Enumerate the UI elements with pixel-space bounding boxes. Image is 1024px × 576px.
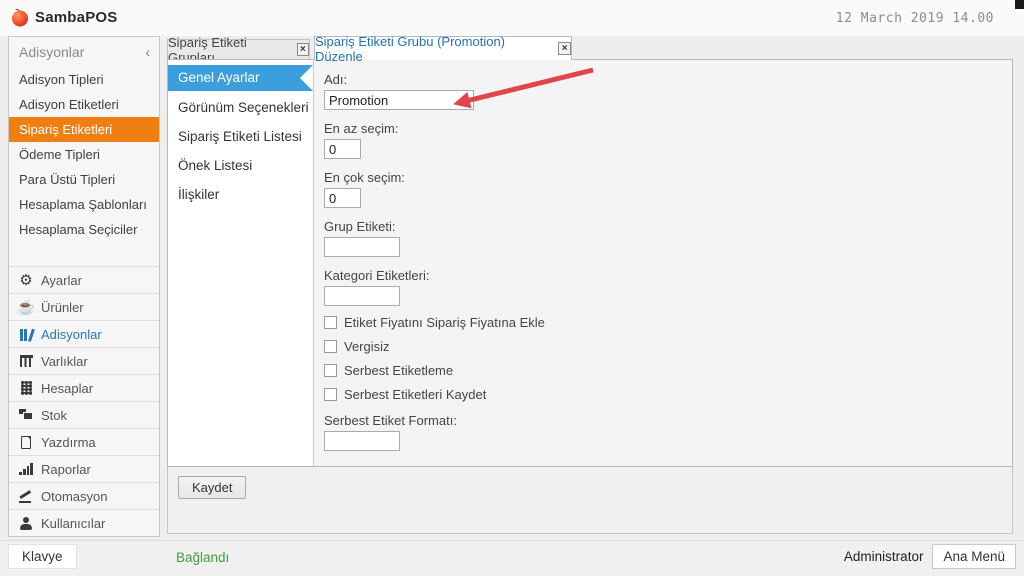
bank-icon bbox=[17, 355, 35, 367]
sidebar-module-urunler[interactable]: ☕ Ürünler bbox=[9, 293, 159, 320]
save-strip: Kaydet bbox=[167, 467, 1013, 534]
free-tag-format-input[interactable] bbox=[324, 431, 400, 451]
free-tagging-checkbox[interactable] bbox=[324, 364, 337, 377]
min-selection-label: En az seçim: bbox=[324, 121, 399, 136]
max-selection-input[interactable] bbox=[324, 188, 361, 208]
sidebar-module-raporlar[interactable]: Raporlar bbox=[9, 455, 159, 482]
tomato-logo-icon bbox=[12, 8, 28, 27]
checkbox-label: Etiket Fiyatını Sipariş Fiyatına Ekle bbox=[344, 315, 545, 330]
name-label: Adı: bbox=[324, 72, 348, 87]
editor-nav: Genel Ayarlar Görünüm Seçenekleri Sipari… bbox=[168, 60, 314, 466]
group-tag-input[interactable] bbox=[324, 237, 400, 257]
module-label: Raporlar bbox=[41, 461, 91, 477]
checkbox-label: Serbest Etiketleme bbox=[344, 363, 454, 378]
module-label: Hesaplar bbox=[41, 380, 94, 396]
nav-item-gorunum-secenekleri[interactable]: Görünüm Seçenekleri bbox=[168, 95, 313, 120]
sidebar-module-varliklar[interactable]: Varlıklar bbox=[9, 347, 159, 374]
nav-item-label: Genel Ayarlar bbox=[178, 70, 260, 85]
pencil-icon bbox=[17, 489, 35, 503]
checkbox-row-save-free-tags: Serbest Etiketleri Kaydet bbox=[324, 387, 1012, 402]
status-right-group: Administrator Ana Menü bbox=[844, 544, 1016, 569]
module-label: Ürünler bbox=[41, 299, 84, 315]
window-corner-artifact bbox=[1015, 0, 1024, 9]
tab-siparis-etiketi-gruplari[interactable]: Sipariş Etiketi Grupları × bbox=[167, 35, 310, 65]
app-window: SambaPOS 12 March 2019 14.00 Adisyonlar … bbox=[0, 0, 1024, 576]
checkbox-row-add-tag-price: Etiket Fiyatını Sipariş Fiyatına Ekle bbox=[324, 315, 1012, 330]
sidebar-module-stok[interactable]: Stok bbox=[9, 401, 159, 428]
user-icon bbox=[17, 516, 35, 530]
settings-form: Adı: En az seçim: En çok seçim: Grup Eti… bbox=[315, 60, 1012, 466]
nav-item-iliskiler[interactable]: İlişkiler bbox=[168, 182, 313, 207]
tab-siparis-etiketi-grubu-duzenle[interactable]: Sipariş Etiketi Grubu (Promotion) Düzenl… bbox=[314, 34, 572, 64]
group-tag-label: Grup Etiketi: bbox=[324, 219, 396, 234]
coffee-icon: ☕ bbox=[16, 298, 36, 316]
sidebar-header-title: Adisyonlar bbox=[19, 44, 85, 60]
add-tag-price-checkbox[interactable] bbox=[324, 316, 337, 329]
sidebar-module-ayarlar[interactable]: ⚙ Ayarlar bbox=[9, 266, 159, 293]
module-label: Yazdırma bbox=[41, 434, 96, 450]
app-logo: SambaPOS bbox=[10, 7, 117, 27]
sidebar-item-para-ustu-tipleri[interactable]: Para Üstü Tipleri bbox=[9, 167, 159, 192]
tab-label: Sipariş Etiketi Grubu (Promotion) Düzenl… bbox=[315, 33, 506, 64]
sidebar-item-adisyon-tipleri[interactable]: Adisyon Tipleri bbox=[9, 67, 159, 92]
tab-content-panel: Genel Ayarlar Görünüm Seçenekleri Sipari… bbox=[167, 59, 1013, 467]
checkbox-row-free-tagging: Serbest Etiketleme bbox=[324, 363, 1012, 378]
stock-icon bbox=[17, 409, 35, 421]
name-input[interactable] bbox=[324, 90, 474, 110]
keyboard-button[interactable]: Klavye bbox=[8, 544, 77, 569]
category-tags-input[interactable] bbox=[324, 286, 400, 306]
module-label: Adisyonlar bbox=[41, 326, 102, 342]
logged-in-user: Administrator bbox=[843, 549, 924, 564]
gear-icon: ⚙ bbox=[19, 271, 33, 289]
checkbox-label: Vergisiz bbox=[344, 339, 390, 354]
app-title: SambaPOS bbox=[35, 8, 118, 26]
bar-chart-icon bbox=[17, 463, 35, 475]
main-menu-button[interactable]: Ana Menü bbox=[932, 544, 1016, 569]
sidebar-item-odeme-tipleri[interactable]: Ödeme Tipleri bbox=[9, 142, 159, 167]
sidebar-item-adisyon-etiketleri[interactable]: Adisyon Etiketleri bbox=[9, 92, 159, 117]
module-label: Otomasyon bbox=[41, 488, 108, 504]
sidebar-module-hesaplar[interactable]: Hesaplar bbox=[9, 374, 159, 401]
sidebar-modules: ⚙ Ayarlar ☕ Ürünler Adisyonlar Varlıklar… bbox=[9, 266, 159, 536]
sidebar-module-otomasyon[interactable]: Otomasyon bbox=[9, 482, 159, 509]
connection-status: Bağlandı bbox=[176, 550, 230, 565]
tax-free-checkbox[interactable] bbox=[324, 340, 337, 353]
checkbox-label: Serbest Etiketleri Kaydet bbox=[344, 387, 487, 402]
books-icon bbox=[17, 328, 35, 342]
top-bar: SambaPOS 12 March 2019 14.00 bbox=[0, 0, 1024, 36]
free-tag-format-label: Serbest Etiket Formatı: bbox=[324, 413, 457, 428]
min-selection-input[interactable] bbox=[324, 139, 361, 159]
nav-item-siparis-etiketi-listesi[interactable]: Sipariş Etiketi Listesi bbox=[168, 124, 313, 149]
sidebar-item-siparis-etiketleri[interactable]: Sipariş Etiketleri bbox=[9, 117, 159, 142]
calculator-icon bbox=[17, 381, 35, 395]
save-button[interactable]: Kaydet bbox=[178, 476, 247, 499]
close-icon[interactable]: × bbox=[558, 42, 571, 55]
document-icon bbox=[17, 435, 35, 449]
close-icon[interactable]: × bbox=[296, 43, 309, 56]
sidebar-item-hesaplama-sablonlari[interactable]: Hesaplama Şablonları bbox=[9, 192, 159, 217]
module-label: Varlıklar bbox=[41, 353, 88, 369]
sidebar-module-yazdirma[interactable]: Yazdırma bbox=[9, 428, 159, 455]
module-label: Ayarlar bbox=[41, 272, 82, 288]
collapse-chevron-icon[interactable]: ‹ bbox=[145, 37, 150, 67]
nav-item-genel-ayarlar[interactable]: Genel Ayarlar bbox=[168, 65, 313, 91]
sidebar-header: Adisyonlar ‹ bbox=[9, 37, 159, 67]
module-label: Stok bbox=[41, 407, 68, 423]
clock-text: 12 March 2019 14.00 bbox=[835, 11, 994, 26]
sidebar-item-hesaplama-seciciler[interactable]: Hesaplama Seçiciler bbox=[9, 217, 159, 242]
status-bar: Klavye Bağlandı Administrator Ana Menü bbox=[0, 540, 1024, 576]
category-tags-label: Kategori Etiketleri: bbox=[324, 268, 430, 283]
checkbox-row-tax-free: Vergisiz bbox=[324, 339, 1012, 354]
save-free-tags-checkbox[interactable] bbox=[324, 388, 337, 401]
sidebar-module-adisyonlar[interactable]: Adisyonlar bbox=[9, 320, 159, 347]
active-item-notch bbox=[300, 65, 313, 91]
max-selection-label: En çok seçim: bbox=[324, 170, 405, 185]
sidebar-module-kullanicilar[interactable]: Kullanıcılar bbox=[9, 509, 159, 536]
nav-item-onek-listesi[interactable]: Önek Listesi bbox=[168, 153, 313, 178]
module-label: Kullanıcılar bbox=[41, 515, 106, 531]
main-sidebar: Adisyonlar ‹ Adisyon Tipleri Adisyon Eti… bbox=[8, 36, 160, 537]
